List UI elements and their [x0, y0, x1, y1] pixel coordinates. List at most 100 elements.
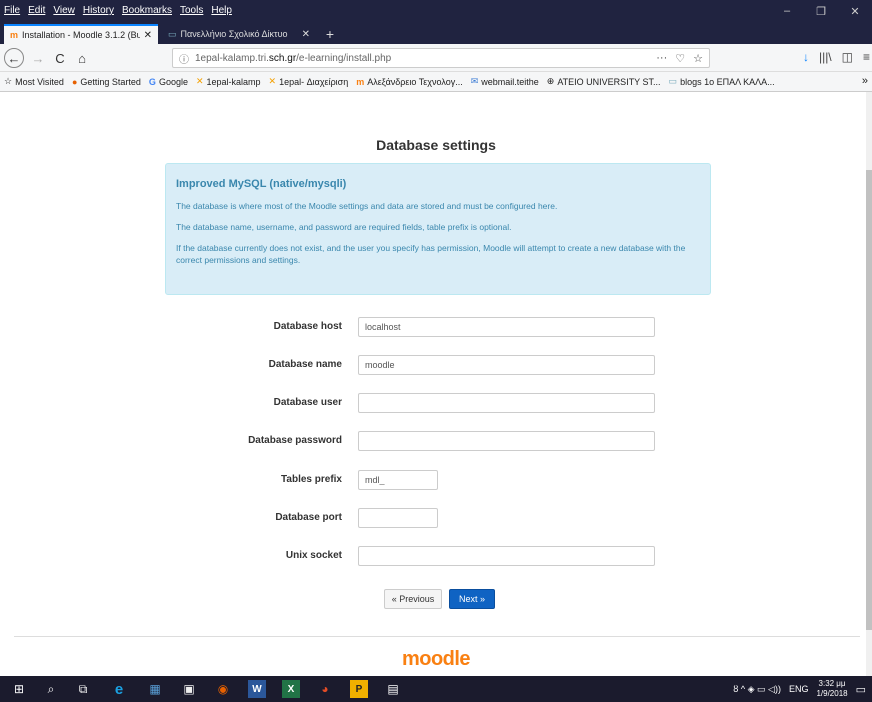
bookmarks-overflow-icon[interactable]: »	[862, 75, 868, 87]
bookmark-label: Google	[158, 76, 188, 87]
bookmark-label: 1epal- Διαχείριση	[279, 76, 349, 87]
dbuser-label: Database user	[273, 397, 342, 408]
dbname-label: Database name	[268, 359, 342, 370]
form-row-prefix: Tables prefix	[0, 470, 866, 490]
navigation-bar: ← → C ⌂ ⓘ 1epal-kalamp.tri.sch.gr/e-lear…	[0, 44, 872, 72]
file-explorer-icon[interactable]: ▦	[146, 680, 164, 698]
firefox-icon[interactable]: ◉	[214, 680, 232, 698]
clock-date: 1/9/2018	[816, 689, 848, 698]
chrome-icon[interactable]: ◕	[316, 680, 334, 698]
home-button[interactable]: ⌂	[72, 48, 92, 68]
tray-icons[interactable]: ȣ ^ ◈ ▭ ◁))	[733, 684, 781, 695]
windows-taskbar: ⊞ ⌕ ⧉ e ▦ ▣ ◉ W X ◕ P ▤ ȣ ^ ◈ ▭ ◁)) ENG …	[0, 676, 872, 702]
download-icon[interactable]: ↓	[803, 50, 809, 64]
prefix-input[interactable]	[358, 470, 438, 490]
tab-installation[interactable]: m Installation - Moodle 3.1.2 (Bui ✕	[4, 24, 158, 44]
tab-sch-gr[interactable]: ▭ Πανελλήνιο Σχολικό Δίκτυο ✕	[162, 24, 316, 44]
menu-file[interactable]: File	[4, 5, 20, 16]
dbpass-input[interactable]	[358, 431, 655, 451]
dbsocket-input[interactable]	[358, 546, 655, 566]
globe-icon: ⊕	[546, 76, 555, 86]
moodle-favicon-icon: m	[10, 30, 19, 40]
maximize-button[interactable]: ❐	[804, 0, 838, 22]
clock-time: 3:32 μμ	[818, 679, 846, 688]
form-row-dbpass: Database password	[0, 431, 866, 451]
edge-icon[interactable]: e	[110, 680, 128, 698]
dbport-label: Database port	[275, 512, 342, 523]
close-tab-icon[interactable]: ✕	[302, 29, 310, 40]
footer-divider	[14, 636, 860, 637]
dbname-input[interactable]	[358, 355, 655, 375]
bookmark-item[interactable]: ⊕ ATEIO UNIVERSITY ST...	[547, 76, 661, 87]
notification-icon[interactable]: ▭	[856, 683, 866, 696]
store-icon[interactable]: ▣	[180, 680, 198, 698]
joomla-icon: ✕	[195, 76, 204, 86]
moodle-logo: moodle	[401, 648, 471, 670]
menu-tools[interactable]: Tools	[180, 5, 203, 16]
title-bar: File Edit View History Bookmarks Tools H…	[0, 0, 872, 22]
menu-bookmarks[interactable]: Bookmarks	[122, 5, 172, 16]
word-icon[interactable]: W	[248, 680, 266, 698]
back-button[interactable]: ←	[4, 48, 24, 68]
bookmark-item[interactable]: m Αλεξάνδρειο Τεχνολογ...	[356, 77, 462, 87]
next-button[interactable]: Next »	[449, 589, 495, 609]
page-actions-icon[interactable]: ···	[656, 52, 667, 65]
close-window-button[interactable]: ✕	[838, 0, 872, 22]
dbuser-input[interactable]	[358, 393, 655, 413]
app-icon[interactable]: P	[350, 680, 368, 698]
firefox-icon: ●	[71, 76, 78, 87]
minimize-button[interactable]: –	[770, 0, 804, 22]
mail-icon: ✉	[470, 76, 479, 86]
bookmark-item[interactable]: ▭ blogs 1o ΕΠΑΛ ΚΑΛΑ...	[669, 76, 775, 87]
bookmark-label: 1epal-kalamp	[206, 76, 261, 87]
info-paragraph: If the database currently does not exist…	[176, 243, 686, 265]
menu-view[interactable]: View	[53, 5, 75, 16]
bookmark-label: Most Visited	[15, 76, 64, 87]
dbsocket-label: Unix socket	[285, 550, 342, 561]
moodle-icon: m	[356, 76, 365, 87]
previous-button[interactable]: « Previous	[384, 589, 442, 609]
bookmark-item[interactable]: G Google	[149, 77, 188, 87]
url-bar[interactable]: ⓘ 1epal-kalamp.tri.sch.gr/e-learning/ins…	[172, 48, 710, 68]
reload-button[interactable]: C	[50, 48, 70, 68]
search-icon[interactable]: ⌕	[42, 680, 60, 698]
dbport-input[interactable]	[358, 508, 438, 528]
bookmark-label: ATEIO UNIVERSITY ST...	[557, 76, 661, 87]
excel-icon[interactable]: X	[282, 680, 300, 698]
blog-icon: ▭	[668, 76, 678, 86]
url-host: sch.gr	[268, 52, 297, 64]
library-icon[interactable]: |||\	[819, 50, 832, 64]
dbhost-label: Database host	[273, 321, 342, 332]
sidebar-icon[interactable]: ◫	[842, 50, 853, 64]
menu-history[interactable]: History	[83, 5, 114, 16]
forward-button[interactable]: →	[28, 48, 48, 68]
bookmark-item[interactable]: ✕ 1epal- Διαχείριση	[269, 76, 349, 87]
new-tab-button[interactable]: +	[320, 24, 340, 44]
hamburger-menu-icon[interactable]: ≡	[863, 50, 870, 64]
pocket-icon[interactable]: ♡	[675, 52, 685, 65]
url-path: /e-learning/install.php	[296, 52, 392, 64]
page-content: Database settings Improved MySQL (native…	[0, 92, 866, 676]
close-tab-icon[interactable]: ✕	[144, 30, 152, 41]
star-icon: ☆	[4, 76, 13, 86]
bookmark-item[interactable]: ✕ 1epal-kalamp	[196, 76, 261, 87]
dbhost-input[interactable]	[358, 317, 655, 337]
bookmark-item[interactable]: ☆ Most Visited	[4, 76, 64, 87]
system-tray: ȣ ^ ◈ ▭ ◁)) ENG 3:32 μμ 1/9/2018 ▭	[733, 679, 866, 699]
task-view-icon[interactable]: ⧉	[74, 680, 92, 698]
scrollbar-thumb[interactable]	[866, 170, 872, 630]
menu-help[interactable]: Help	[211, 5, 232, 16]
form-row-dbuser: Database user	[0, 393, 866, 413]
tab-label: Πανελλήνιο Σχολικό Δίκτυο	[180, 29, 288, 39]
toolbar-right: ↓ |||\ ◫ ≡	[803, 50, 870, 64]
clock[interactable]: 3:32 μμ 1/9/2018	[816, 679, 847, 699]
sch-favicon-icon: ▭	[168, 28, 177, 39]
info-icon[interactable]: ⓘ	[179, 51, 189, 66]
bookmark-item[interactable]: ✉ webmail.teithe	[471, 76, 539, 87]
document-icon[interactable]: ▤	[384, 680, 402, 698]
language-indicator[interactable]: ENG	[789, 684, 809, 694]
bookmark-star-icon[interactable]: ☆	[693, 52, 703, 65]
start-button[interactable]: ⊞	[10, 680, 28, 698]
menu-edit[interactable]: Edit	[28, 5, 45, 16]
bookmark-item[interactable]: ● Getting Started	[72, 77, 141, 87]
